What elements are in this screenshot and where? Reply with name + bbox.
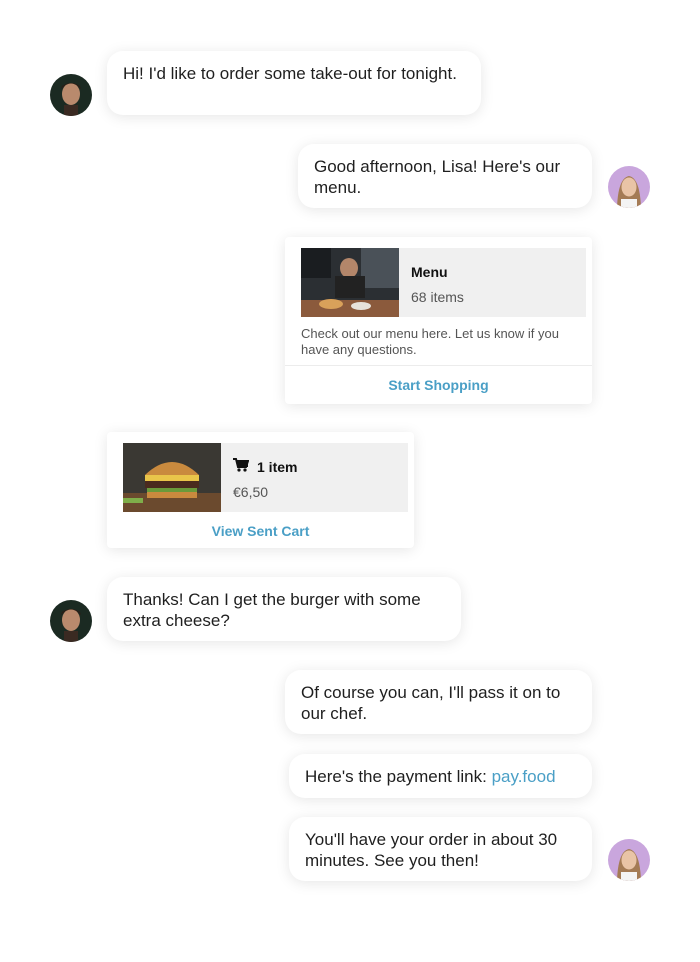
message-bubble-agent: Good afternoon, Lisa! Here's our menu. <box>298 144 592 208</box>
cart-card-price: €6,50 <box>233 484 269 500</box>
cart-card-header: 1 item €6,50 <box>123 443 408 512</box>
start-shopping-button[interactable]: Start Shopping <box>285 377 592 393</box>
message-text: Of course you can, I'll pass it on to ou… <box>301 683 561 723</box>
agent-avatar <box>608 166 650 208</box>
menu-card-count: 68 items <box>411 289 464 305</box>
message-bubble-customer: Thanks! Can I get the burger with some e… <box>107 577 461 641</box>
payment-link[interactable]: pay.food <box>492 767 556 786</box>
kitchen-photo <box>301 248 399 317</box>
customer-avatar <box>50 600 92 642</box>
menu-card-title: Menu <box>411 264 448 280</box>
message-text: You'll have your order in about 30 minut… <box>305 830 558 870</box>
message-text: Good afternoon, Lisa! Here's our menu. <box>314 157 561 197</box>
cart-card: 1 item €6,50 View Sent Cart <box>107 432 414 548</box>
message-bubble-agent: Here's the payment link: pay.food <box>289 754 592 798</box>
view-sent-cart-button[interactable]: View Sent Cart <box>107 523 414 539</box>
customer-avatar <box>50 74 92 116</box>
message-bubble-customer: Hi! I'd like to order some take-out for … <box>107 51 481 115</box>
message-bubble-agent: You'll have your order in about 30 minut… <box>289 817 592 881</box>
cart-card-title: 1 item <box>257 459 298 475</box>
divider <box>285 365 592 366</box>
cart-icon <box>233 458 250 472</box>
message-text: Thanks! Can I get the burger with some e… <box>123 590 421 630</box>
burger-photo <box>123 443 221 512</box>
menu-card: Menu 68 items Check out our menu here. L… <box>285 237 592 404</box>
message-text: Here's the payment link: <box>305 767 492 786</box>
agent-avatar <box>608 839 650 881</box>
menu-card-description: Check out our menu here. Let us know if … <box>301 326 559 357</box>
message-text: Hi! I'd like to order some take-out for … <box>123 64 457 83</box>
message-bubble-agent: Of course you can, I'll pass it on to ou… <box>285 670 592 734</box>
menu-card-header: Menu 68 items <box>301 248 586 317</box>
